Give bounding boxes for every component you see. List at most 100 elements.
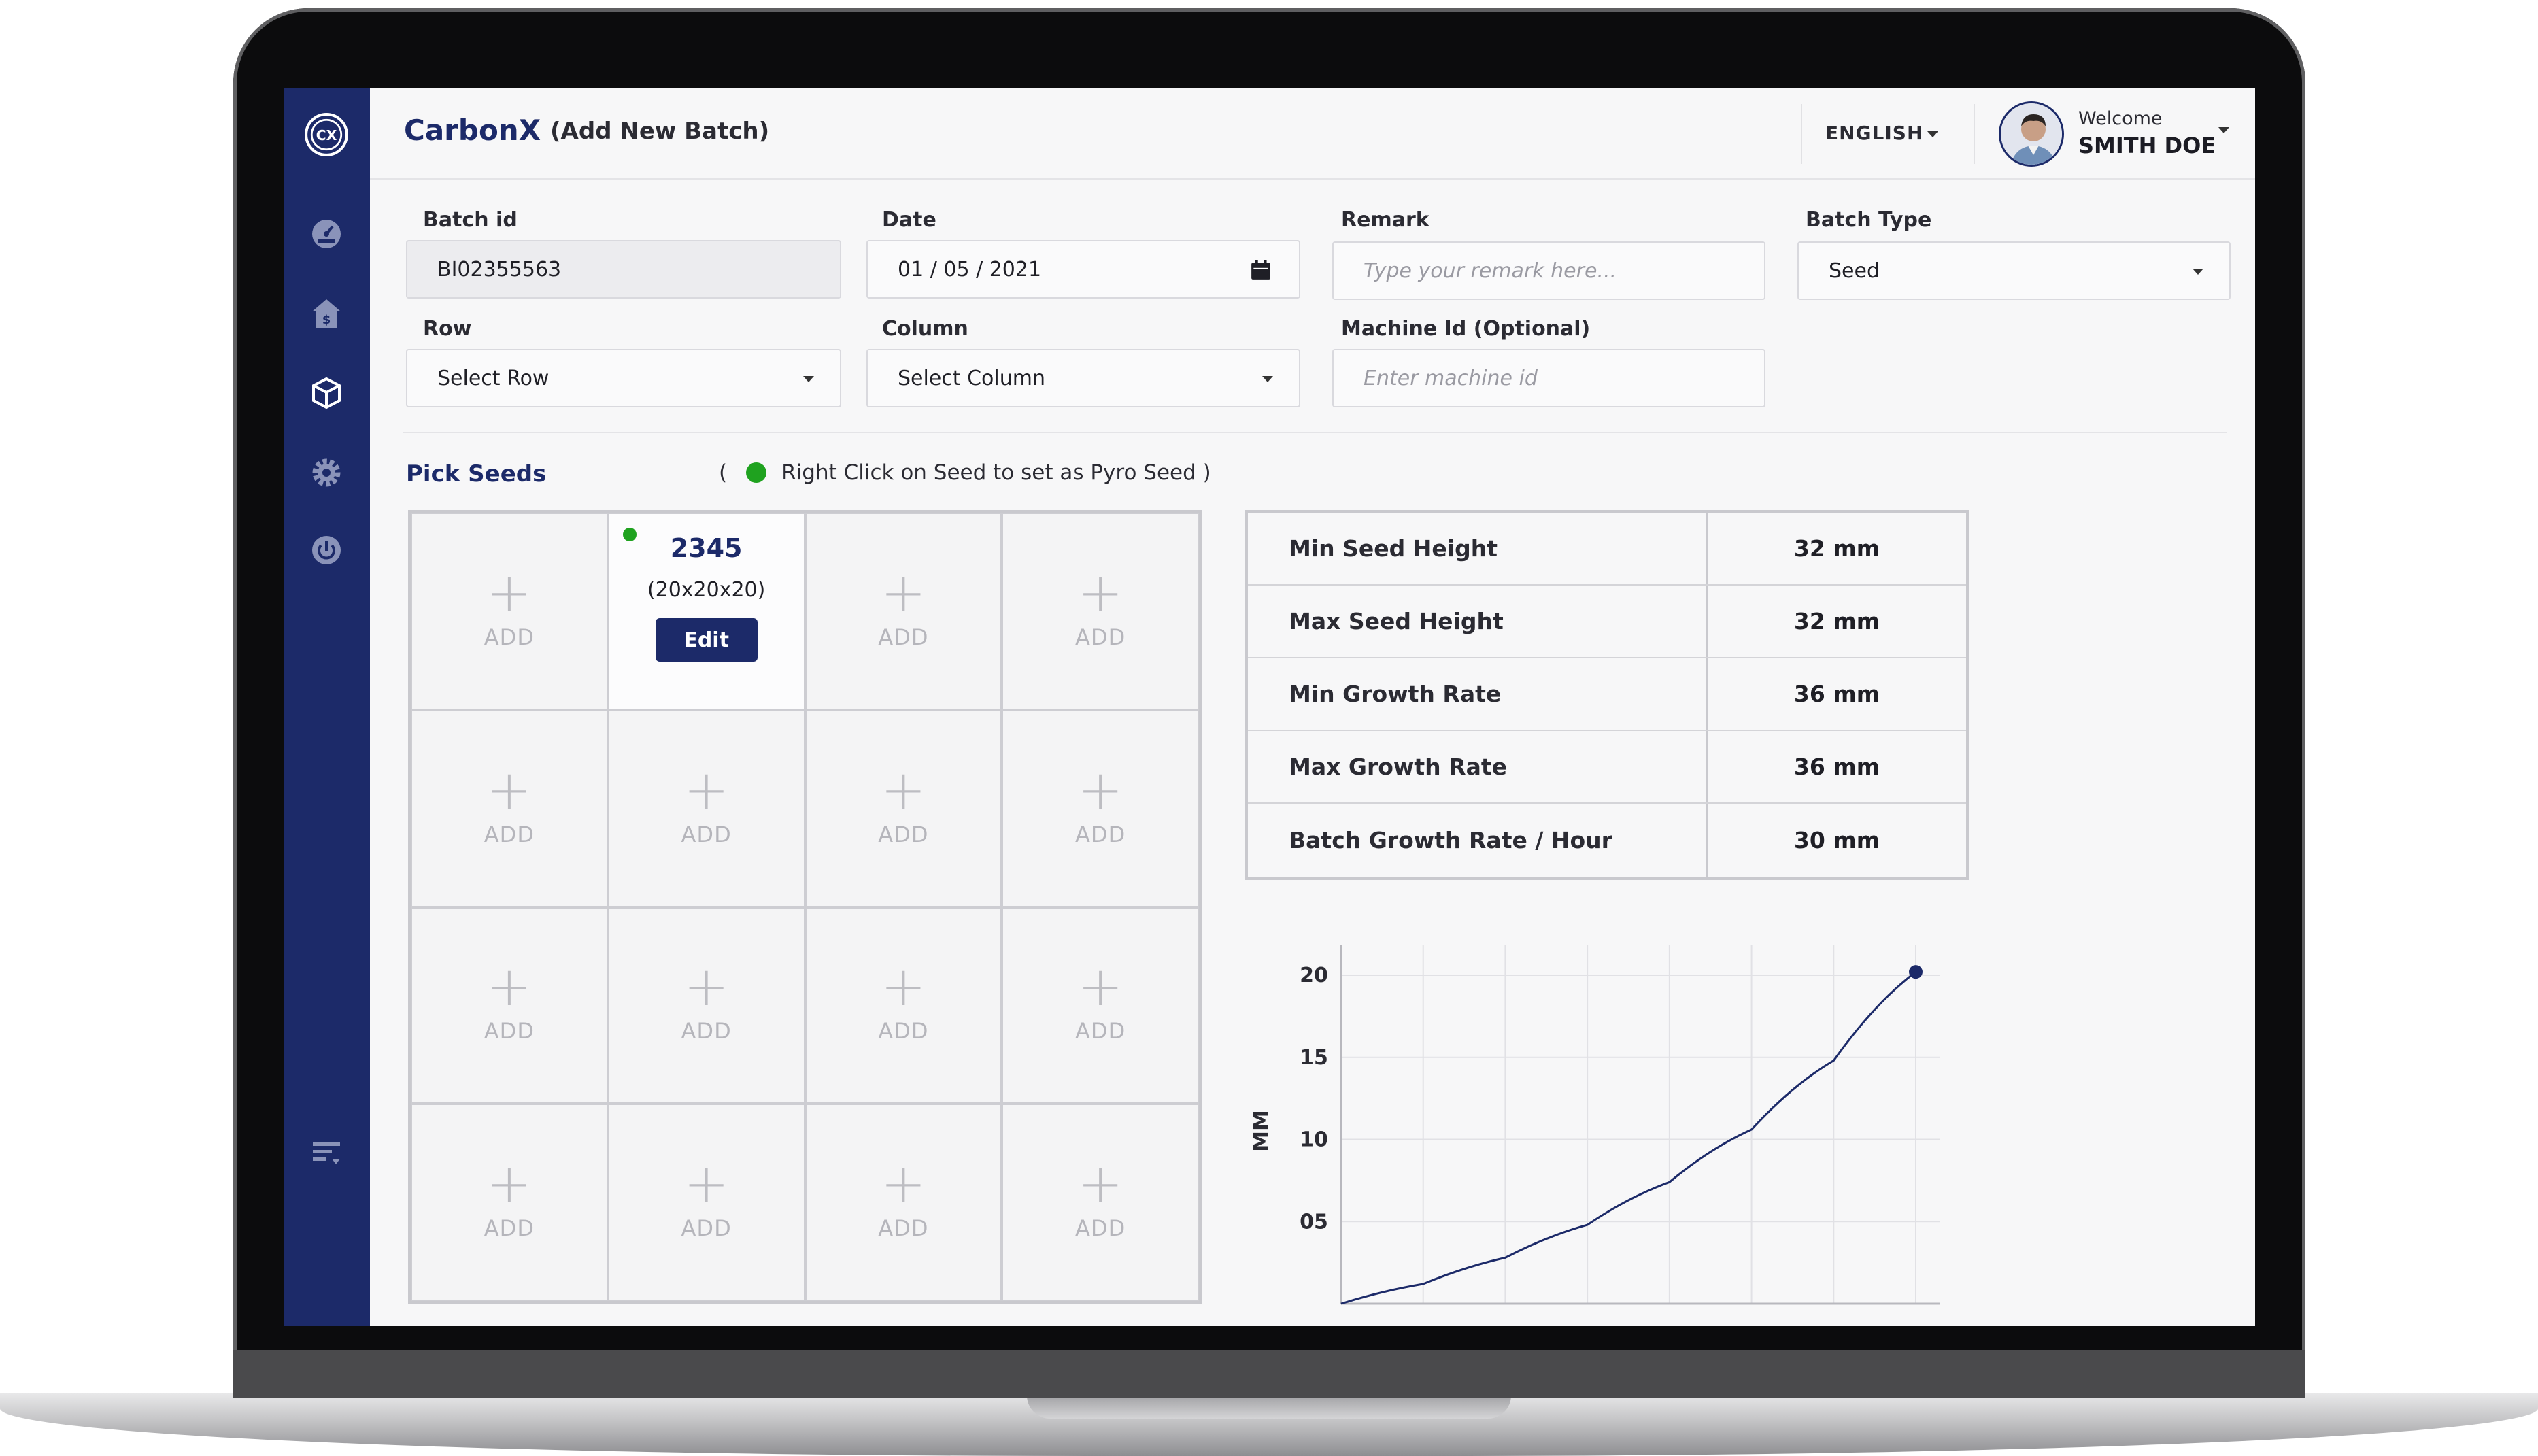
add-seed-cell[interactable]: + ADD bbox=[411, 709, 608, 907]
add-label: ADD bbox=[1075, 1018, 1126, 1045]
row-select[interactable]: Select Row bbox=[406, 349, 841, 407]
date-field[interactable]: 01 / 05 / 2021 bbox=[866, 240, 1300, 299]
plus-icon: + bbox=[683, 955, 730, 1019]
machine-id-input[interactable]: Enter machine id bbox=[1332, 349, 1765, 407]
stats-row: Min Growth Rate 36 mm bbox=[1248, 658, 1966, 731]
stats-row: Max Seed Height 32 mm bbox=[1248, 586, 1966, 658]
add-seed-cell[interactable]: + ADD bbox=[1002, 513, 1199, 710]
row-value: Select Row bbox=[437, 366, 549, 390]
seed-grid: + ADD 2345 (20x20x20) Edit + ADD + ADD + ADD + ADD + A… bbox=[408, 510, 1202, 1304]
add-label: ADD bbox=[484, 1018, 535, 1045]
add-seed-cell[interactable]: + ADD bbox=[805, 513, 1002, 710]
pyro-dot-icon bbox=[746, 462, 767, 483]
add-seed-cell[interactable]: + ADD bbox=[411, 513, 608, 710]
laptop-hinge bbox=[233, 1350, 2305, 1398]
plus-icon: + bbox=[683, 758, 730, 822]
add-seed-cell[interactable]: + ADD bbox=[1002, 907, 1199, 1104]
column-select[interactable]: Select Column bbox=[866, 349, 1300, 407]
add-seed-cell[interactable]: + ADD bbox=[805, 1104, 1002, 1301]
batch-id-field[interactable]: BI02355563 bbox=[406, 240, 841, 299]
user-name[interactable]: SMITH DOE bbox=[2078, 133, 2216, 158]
stats-table: Min Seed Height 32 mm Max Seed Height 32 mm… bbox=[1245, 510, 1969, 880]
plus-icon: + bbox=[1077, 955, 1123, 1019]
add-label: ADD bbox=[484, 1215, 535, 1242]
seed-cell-picked[interactable]: 2345 (20x20x20) Edit bbox=[607, 513, 805, 710]
y-tick-label: 05 bbox=[1300, 1210, 1328, 1234]
stat-label: Min Growth Rate bbox=[1248, 658, 1708, 730]
chevron-down-icon[interactable] bbox=[1262, 376, 1273, 382]
stat-label: Batch Growth Rate / Hour bbox=[1248, 804, 1708, 877]
date-value: 01 / 05 / 2021 bbox=[898, 257, 1042, 282]
machine-id-label: Machine Id (Optional) bbox=[1341, 317, 1591, 341]
add-label: ADD bbox=[484, 821, 535, 847]
plus-icon: + bbox=[486, 955, 532, 1019]
column-value: Select Column bbox=[898, 366, 1045, 390]
add-label: ADD bbox=[681, 1215, 732, 1242]
remark-input[interactable]: Type your remark here... bbox=[1332, 241, 1765, 300]
stat-label: Max Growth Rate bbox=[1248, 731, 1708, 802]
chevron-down-icon[interactable] bbox=[2193, 269, 2203, 275]
add-label: ADD bbox=[878, 821, 929, 847]
plus-icon: + bbox=[486, 758, 532, 822]
stat-value: 32 mm bbox=[1793, 608, 1880, 634]
plus-icon: + bbox=[880, 758, 926, 822]
chevron-down-icon[interactable] bbox=[2218, 127, 2229, 133]
add-seed-cell[interactable]: + ADD bbox=[805, 907, 1002, 1104]
app-screen: CX $ CarbonX (Add New Batch) ENGLISH Wel… bbox=[284, 88, 2255, 1326]
add-seed-cell[interactable]: + ADD bbox=[607, 1104, 805, 1301]
add-seed-cell[interactable]: + ADD bbox=[805, 709, 1002, 907]
calendar-icon[interactable] bbox=[1250, 259, 1272, 281]
add-label: ADD bbox=[878, 1018, 929, 1045]
add-seed-cell[interactable]: + ADD bbox=[411, 907, 608, 1104]
add-seed-cell[interactable]: + ADD bbox=[1002, 1104, 1199, 1301]
sidebar: CX $ bbox=[284, 88, 370, 1326]
stats-row: Batch Growth Rate / Hour 30 mm bbox=[1248, 804, 1966, 877]
plus-icon: + bbox=[486, 1152, 532, 1216]
batch-type-select[interactable]: Seed bbox=[1797, 241, 2231, 300]
menu-icon[interactable] bbox=[306, 1132, 347, 1173]
add-seed-cell[interactable]: + ADD bbox=[1002, 709, 1199, 907]
language-select[interactable]: ENGLISH bbox=[1825, 122, 1923, 144]
header-divider bbox=[1801, 104, 1802, 164]
growth-chart: 000510152025303505101520DaysMM bbox=[1249, 945, 1940, 1305]
batch-icon[interactable] bbox=[306, 373, 347, 413]
series-line bbox=[1340, 970, 1916, 1305]
stat-value: 30 mm bbox=[1793, 827, 1880, 853]
section-divider bbox=[403, 432, 2227, 433]
app-title: CarbonX bbox=[404, 114, 541, 147]
seed-dimensions: (20x20x20) bbox=[647, 578, 766, 603]
add-label: ADD bbox=[1075, 821, 1126, 847]
power-icon[interactable] bbox=[306, 530, 347, 571]
avatar[interactable] bbox=[1999, 101, 2064, 167]
plus-icon: + bbox=[880, 955, 926, 1019]
y-tick-label: 20 bbox=[1300, 964, 1328, 987]
finance-icon[interactable]: $ bbox=[306, 293, 347, 334]
laptop-notch bbox=[1027, 1395, 1511, 1419]
stat-label: Max Seed Height bbox=[1248, 586, 1708, 657]
logo-icon[interactable]: CX bbox=[303, 112, 350, 158]
stats-row: Max Growth Rate 36 mm bbox=[1248, 731, 1966, 804]
plus-icon: + bbox=[1077, 560, 1123, 624]
y-tick-label: 15 bbox=[1300, 1046, 1328, 1070]
plus-icon: + bbox=[880, 1152, 926, 1216]
add-seed-cell[interactable]: + ADD bbox=[607, 709, 805, 907]
batch-type-label: Batch Type bbox=[1806, 208, 1932, 232]
edit-seed-button[interactable]: Edit bbox=[655, 618, 758, 662]
y-tick-label: 10 bbox=[1300, 1128, 1328, 1152]
chevron-down-icon[interactable] bbox=[803, 376, 814, 382]
plus-icon: + bbox=[486, 560, 532, 624]
hint-text: Right Click on Seed to set as Pyro Seed … bbox=[781, 460, 1211, 485]
plus-icon: + bbox=[880, 560, 926, 624]
y-axis-label: MM bbox=[1249, 1110, 1274, 1152]
add-seed-cell[interactable]: + ADD bbox=[411, 1104, 608, 1301]
svg-text:$: $ bbox=[322, 313, 331, 327]
plus-icon: + bbox=[683, 1152, 730, 1216]
add-seed-cell[interactable]: + ADD bbox=[607, 907, 805, 1104]
hint-paren: ( bbox=[719, 460, 728, 485]
settings-icon[interactable] bbox=[306, 452, 347, 493]
dashboard-icon[interactable] bbox=[306, 214, 347, 254]
chevron-down-icon[interactable] bbox=[1927, 131, 1938, 137]
stat-value: 32 mm bbox=[1793, 535, 1880, 562]
remark-label: Remark bbox=[1341, 208, 1429, 232]
pyro-hint: ( Right Click on Seed to set as Pyro See… bbox=[719, 460, 1211, 485]
